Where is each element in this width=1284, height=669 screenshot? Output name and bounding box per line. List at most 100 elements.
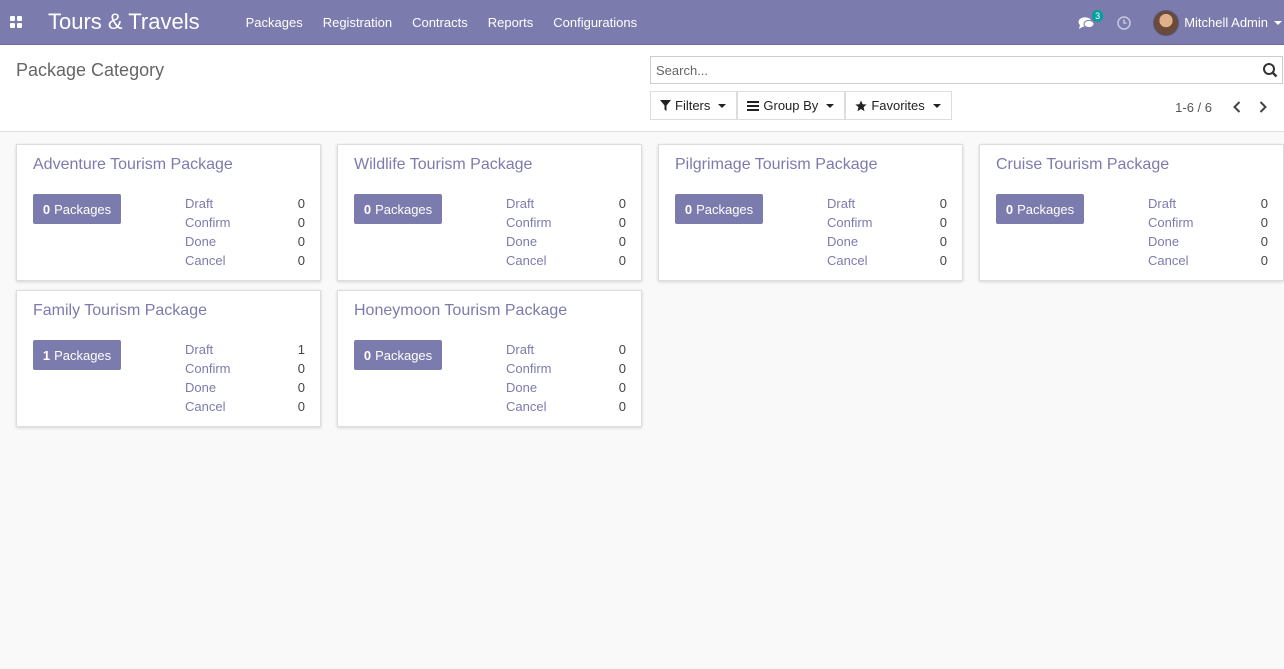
stat-label[interactable]: Confirm [506,359,552,378]
top-navbar: Tours & Travels Packages Registration Co… [0,0,1284,45]
pager-previous-button[interactable] [1224,98,1250,116]
stat-value: 0 [297,215,305,230]
filters-button[interactable]: Filters [650,91,738,120]
menu-item-configurations[interactable]: Configurations [543,0,647,45]
chevron-left-icon [1233,101,1241,113]
stat-label[interactable]: Cancel [185,397,225,416]
stat-label[interactable]: Confirm [185,213,231,232]
stat-label[interactable]: Draft [1148,194,1176,213]
stat-value: 0 [618,215,626,230]
menu-item-packages[interactable]: Packages [236,0,313,45]
stat-label[interactable]: Draft [506,194,534,213]
card-title[interactable]: Cruise Tourism Package [996,156,1169,174]
menu-item-registration[interactable]: Registration [313,0,402,45]
user-menu[interactable]: Mitchell Admin [1142,0,1284,45]
stat-value: 0 [618,234,626,249]
pager-value[interactable]: 1-6 / 6 [1175,100,1212,115]
stat-label[interactable]: Confirm [827,213,873,232]
stat-value: 0 [297,253,305,268]
packages-button[interactable]: 0 Packages [354,340,442,370]
app-brand[interactable]: Tours & Travels [48,9,200,35]
stat-row-done: Done 0 [506,232,626,251]
stat-label[interactable]: Draft [827,194,855,213]
stat-row-confirm: Confirm 0 [1148,213,1268,232]
menu-item-reports[interactable]: Reports [478,0,544,45]
state-stats: Draft 0 Confirm 0 Done 0 Cancel 0 [827,194,947,270]
chevron-down-icon [718,103,727,108]
card-title[interactable]: Honeymoon Tourism Package [354,302,567,320]
card-title[interactable]: Wildlife Tourism Package [354,156,532,174]
state-stats: Draft 0 Confirm 0 Done 0 Cancel 0 [506,340,626,416]
stat-value: 0 [1260,215,1268,230]
packages-count: 0 [684,201,693,217]
stat-label[interactable]: Confirm [1148,213,1194,232]
stat-value: 0 [618,399,626,414]
apps-grid-icon [10,16,22,28]
stat-label[interactable]: Cancel [185,251,225,270]
user-name: Mitchell Admin [1184,15,1268,30]
kanban-card[interactable]: Honeymoon Tourism Package 0 Packages Draf… [337,290,642,427]
stat-label[interactable]: Draft [506,340,534,359]
stat-value: 0 [618,253,626,268]
avatar [1153,9,1180,36]
stat-label[interactable]: Done [185,232,216,251]
packages-label: Packages [54,347,112,363]
card-title[interactable]: Pilgrimage Tourism Package [675,156,877,174]
search-input[interactable] [656,62,1258,78]
packages-button[interactable]: 1 Packages [33,340,121,370]
state-stats: Draft 0 Confirm 0 Done 0 Cancel 0 [1148,194,1268,270]
packages-button[interactable]: 0 Packages [33,194,121,224]
kanban-view: Adventure Tourism Package 0 Packages Draf… [0,132,1284,427]
stat-value: 0 [297,196,305,211]
stat-row-draft: Draft 0 [1148,194,1268,213]
packages-button[interactable]: 0 Packages [354,194,442,224]
stat-row-done: Done 0 [185,378,305,397]
favorites-button[interactable]: Favorites [845,91,952,120]
stat-label[interactable]: Done [827,232,858,251]
menu-item-contracts[interactable]: Contracts [402,0,478,45]
stat-label[interactable]: Draft [185,194,213,213]
packages-button[interactable]: 0 Packages [675,194,763,224]
stat-value: 0 [618,361,626,376]
star-icon [855,100,867,112]
pager-next-button[interactable] [1250,98,1276,116]
card-title[interactable]: Adventure Tourism Package [33,156,233,174]
search-options: Filters Group By Favorites [650,91,952,120]
stat-label[interactable]: Cancel [1148,251,1188,270]
stat-value: 0 [1260,253,1268,268]
stat-row-confirm: Confirm 0 [506,359,626,378]
packages-label: Packages [375,347,433,363]
kanban-card[interactable]: Wildlife Tourism Package 0 Packages Draft… [337,144,642,281]
stat-label[interactable]: Cancel [827,251,867,270]
group-by-button[interactable]: Group By [737,91,846,120]
stat-label[interactable]: Cancel [506,251,546,270]
stat-row-cancel: Cancel 0 [185,251,305,270]
stat-row-cancel: Cancel 0 [506,397,626,416]
stat-row-confirm: Confirm 0 [185,213,305,232]
messages-button[interactable]: 3 [1067,0,1106,45]
stat-label[interactable]: Confirm [185,359,231,378]
apps-menu-button[interactable] [0,0,32,45]
stat-value: 0 [297,234,305,249]
stat-label[interactable]: Done [185,378,216,397]
kanban-card[interactable]: Adventure Tourism Package 0 Packages Draf… [16,144,321,281]
kanban-card[interactable]: Family Tourism Package 1 Packages Draft 1 … [16,290,321,427]
kanban-card[interactable]: Cruise Tourism Package 0 Packages Draft 0 … [979,144,1284,281]
stat-row-confirm: Confirm 0 [827,213,947,232]
kanban-card[interactable]: Pilgrimage Tourism Package 0 Packages Dra… [658,144,963,281]
stat-label[interactable]: Cancel [506,397,546,416]
stat-row-done: Done 0 [506,378,626,397]
stat-label[interactable]: Draft [185,340,213,359]
activities-button[interactable] [1106,0,1142,45]
stat-label[interactable]: Done [506,232,537,251]
stat-row-cancel: Cancel 0 [185,397,305,416]
stat-label[interactable]: Done [1148,232,1179,251]
stat-label[interactable]: Confirm [506,213,552,232]
stat-row-draft: Draft 0 [185,194,305,213]
card-title[interactable]: Family Tourism Package [33,302,207,320]
stat-row-draft: Draft 0 [506,194,626,213]
stat-value: 0 [939,253,947,268]
stat-label[interactable]: Done [506,378,537,397]
packages-button[interactable]: 0 Packages [996,194,1084,224]
search-icon[interactable] [1258,57,1282,83]
